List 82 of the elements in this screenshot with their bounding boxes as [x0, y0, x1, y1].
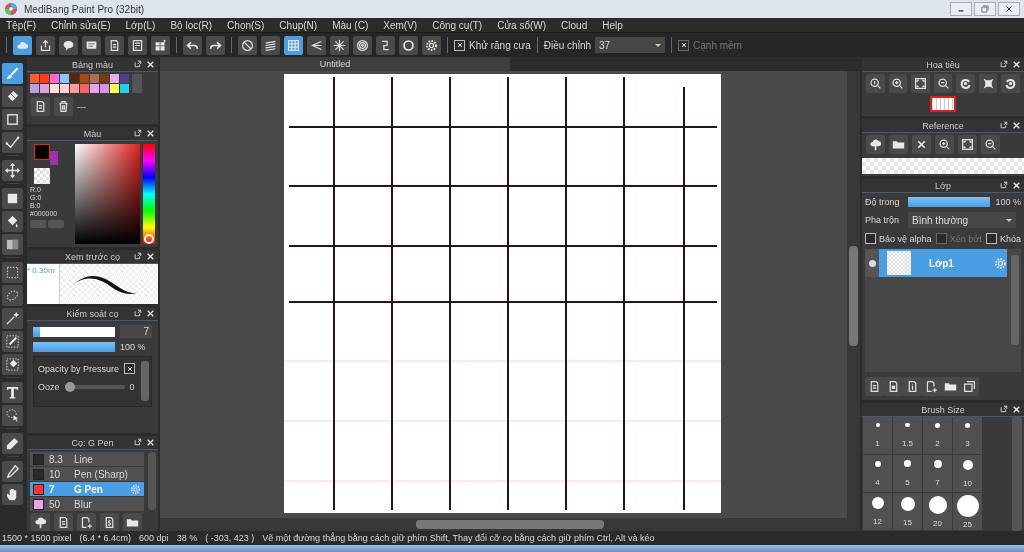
brush-size-value: 1.5 — [901, 439, 914, 449]
menu-item[interactable]: Lớp(L) — [125, 19, 156, 31]
brush-size-value: 20 — [933, 518, 942, 528]
brush-name: Blur — [74, 498, 93, 510]
brush-size-cell[interactable]: 15 — [893, 493, 922, 530]
brush-size-cell[interactable]: 3 — [953, 417, 982, 454]
window-title: MediBang Paint Pro (32bit) — [24, 3, 145, 15]
layer-option-label: Bảo vệ alpha — [879, 233, 932, 244]
brush-size-cell[interactable]: 12 — [863, 493, 892, 530]
palette-name: --- — [77, 101, 86, 112]
brush-size-cell[interactable]: 2 — [923, 417, 952, 454]
blend-mode-dropdown[interactable]: Bình thường — [908, 212, 1016, 228]
brush-size: 7 — [49, 483, 56, 495]
brush-size-value: 2 — [935, 439, 940, 449]
menu-item[interactable]: Chỉnh sửa(E) — [51, 19, 111, 31]
menu-item[interactable]: Help — [602, 19, 623, 31]
blend-label: Pha trộn — [865, 215, 901, 225]
brush-item[interactable]: 10 Pen (Sharp) — [30, 467, 144, 481]
status-text: 38 % — [176, 533, 198, 543]
brush-size-value: 4 — [875, 477, 880, 487]
brush-size-cell[interactable]: 4 — [863, 455, 892, 492]
brush-size-value: 10 — [963, 478, 972, 488]
status-text: Vẽ một đường thẳng bằng cách giữ phím Shift, Thay đổi cỡ cọ bằng cách giữ phím Ctrl, Alt và kéo — [262, 533, 655, 543]
adjust-label: Điều chỉnh — [543, 39, 592, 51]
panel-title: Màu — [83, 128, 102, 139]
status-text: 600 dpi — [139, 533, 169, 543]
brush-size-cell[interactable]: 25 — [953, 493, 982, 530]
panel-title: Bảng màu — [72, 59, 113, 70]
menu-item[interactable]: Màu (C) — [332, 19, 369, 31]
opacity-value: 100 % — [995, 197, 1021, 207]
panel-title: Brush Size — [921, 404, 965, 415]
brush-size-cell[interactable]: 1 — [863, 417, 892, 454]
opacity-label: Độ trong — [865, 197, 901, 207]
pressure-label: Opacity by Pressure — [38, 363, 120, 374]
brush-size-value: 1 — [875, 439, 880, 448]
brush-size-value: 3 — [965, 439, 970, 449]
brush-name: Pen (Sharp) — [74, 468, 129, 480]
brush-size: 10 — [49, 468, 62, 480]
brush-size-cell[interactable]: 1.5 — [893, 417, 922, 454]
panel-title: Hoa tiêu — [926, 59, 960, 70]
brush-name: G Pen — [74, 483, 104, 495]
brush-size-cell[interactable]: 20 — [923, 493, 952, 530]
brush-size-field[interactable]: 7 — [120, 325, 152, 338]
status-text: (6.4 * 6.4cm) — [79, 533, 132, 543]
menu-item[interactable]: Cửa sổ(W) — [497, 19, 547, 31]
brush-item[interactable]: 50 Blur — [30, 497, 144, 511]
brush-size-cell[interactable]: 10 — [953, 455, 982, 492]
layer-name: Lớp1 — [928, 257, 955, 269]
status-text: ( -303, 423 ) — [205, 533, 255, 543]
panel-title: Kiểm soát cọ — [66, 308, 119, 319]
ooze-value: 0 — [129, 382, 135, 392]
opacity-value: 100 % — [120, 342, 146, 352]
brush-size: 50 — [49, 498, 62, 510]
antialias-label: Khử răng cưa — [469, 39, 531, 51]
panel-title: Lớp — [935, 180, 951, 191]
menu-item[interactable]: Tệp(F) — [6, 19, 36, 31]
layer-option-label: Khóa — [999, 233, 1021, 244]
menu-item[interactable]: Xem(V) — [383, 19, 418, 31]
brush-size-cell[interactable]: 5 — [893, 455, 922, 492]
menu-item[interactable]: Bộ lọc(R) — [170, 19, 213, 31]
menu-item[interactable]: Chụp(N) — [279, 19, 318, 31]
brush-item[interactable]: 8.3 Line — [30, 452, 144, 466]
menu-item[interactable]: Công cụ(T) — [432, 19, 483, 31]
brush-size-value: 15 — [903, 517, 912, 527]
brush-size: 8.3 — [49, 453, 64, 465]
ooze-label: Ooze — [38, 382, 60, 392]
brush-size-value: 7 — [935, 478, 940, 487]
status-text: 1500 * 1500 pixel — [2, 533, 72, 543]
panel-title: Xem trước cọ — [65, 251, 120, 262]
menu-item[interactable]: Cloud — [561, 19, 588, 31]
menu-item[interactable]: Chọn(S) — [227, 19, 265, 31]
brush-size-cell[interactable]: 7 — [923, 455, 952, 492]
soft-edge-label: Cạnh mềm — [693, 39, 742, 51]
brush-name: Line — [74, 453, 94, 465]
brush-size-label: * 0.30m — [27, 266, 55, 275]
brush-size-value: 12 — [873, 517, 882, 526]
adjust-dropdown[interactable]: 37 — [595, 37, 666, 53]
brush-size-value: 5 — [905, 477, 910, 487]
panel-title: Cọ: G Pen — [71, 437, 114, 448]
document-tab[interactable]: Untitled — [160, 57, 510, 71]
brush-size-value: 25 — [963, 519, 972, 529]
panel-title: Reference — [922, 120, 964, 131]
